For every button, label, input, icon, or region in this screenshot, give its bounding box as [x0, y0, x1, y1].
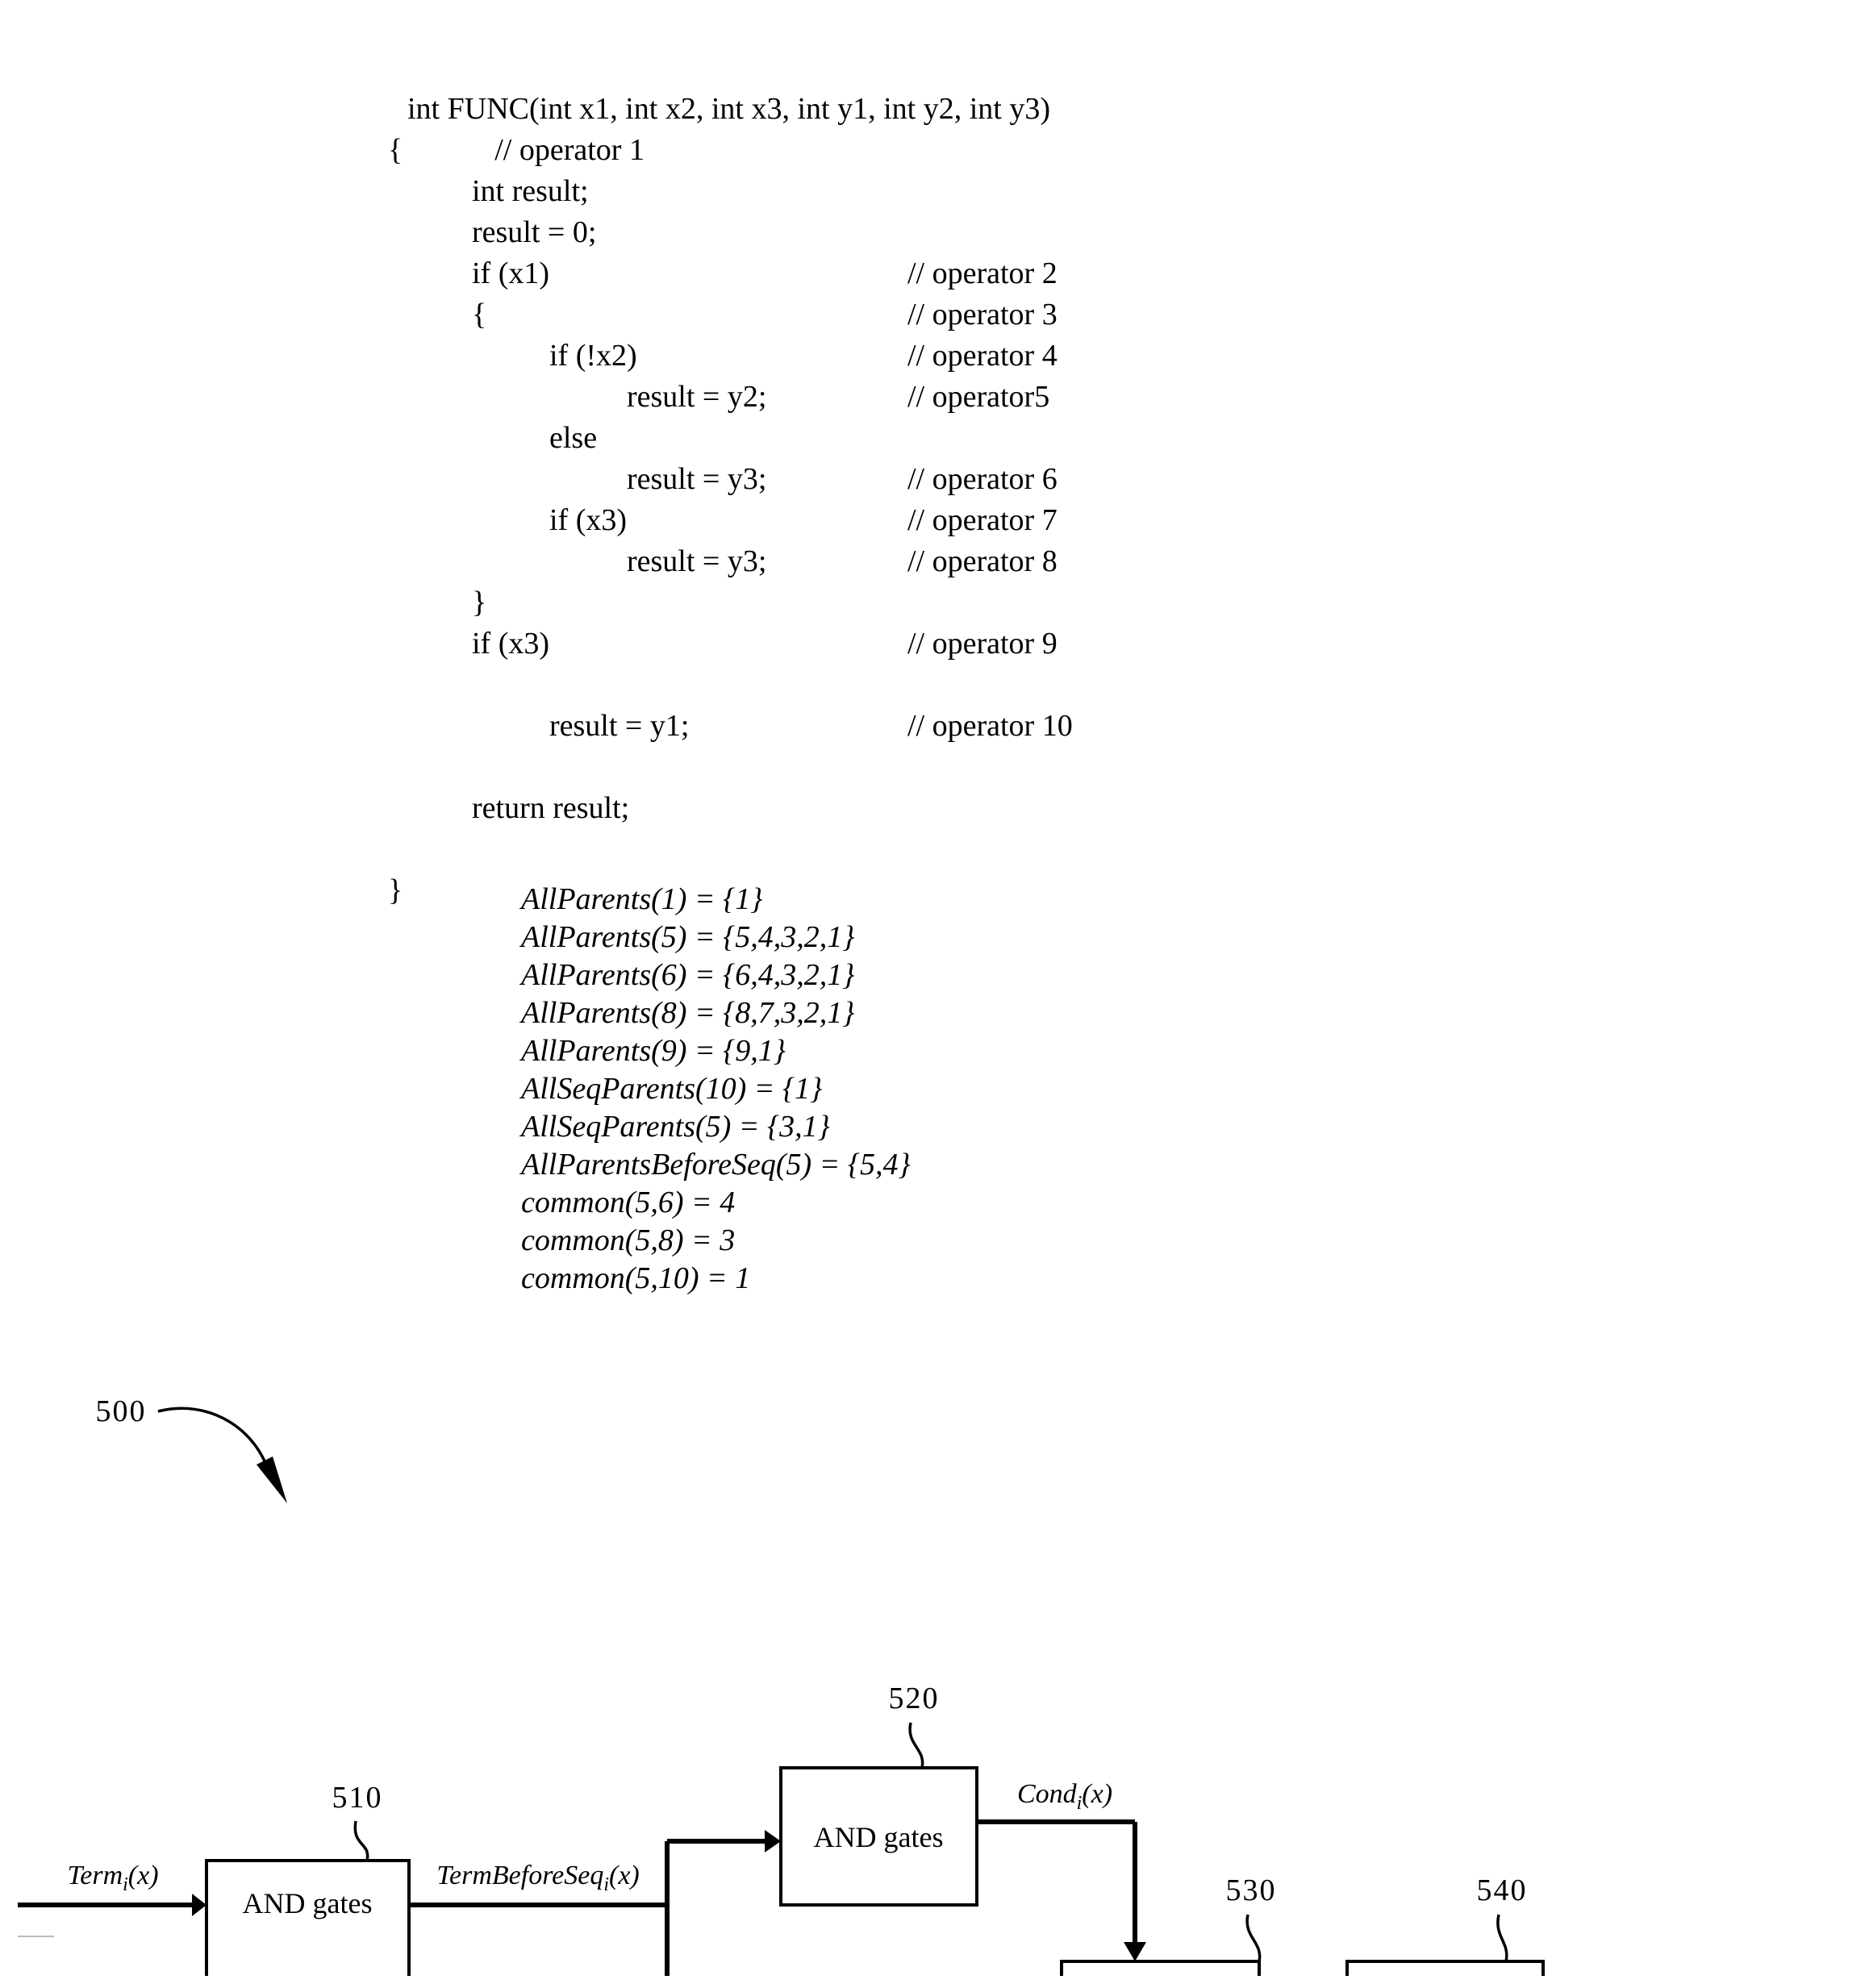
code-line: else	[407, 418, 1537, 459]
equation-line: common(5,8) = 3	[521, 1223, 736, 1257]
code-line: result = y1; // operator 10	[407, 706, 1537, 747]
block-510-ref: 510	[332, 1781, 383, 1815]
signal-cond-label: Condi(x)	[1017, 1779, 1112, 1814]
block-540-ref: 540	[1477, 1873, 1528, 1907]
equation-line: AllSeqParents(10) = {1}	[521, 1072, 823, 1106]
code-line-text: result = y3;	[627, 544, 767, 578]
block-520-ref: 520	[889, 1682, 940, 1715]
code-line-comment: // operator 9	[907, 627, 1058, 661]
code-line-text: { // operator 1	[388, 133, 645, 167]
code-line: { // operator 1	[388, 130, 1537, 171]
code-line-text: if (x1)	[472, 256, 550, 290]
equation-line: AllParents(1) = {1}	[521, 882, 763, 916]
code-line: int result;	[407, 171, 1537, 212]
code-line-text: int FUNC(int x1, int x2, int x3, int y1,…	[407, 92, 1050, 126]
code-line-text: int result;	[472, 174, 589, 208]
block-510-label: AND gates	[243, 1887, 373, 1919]
code-line-text: if (!x2)	[549, 339, 637, 373]
code-line-text: else	[549, 421, 598, 455]
block-530-leader	[1245, 1914, 1262, 1962]
code-line: }	[407, 582, 1537, 623]
equation-line: AllParents(5) = {5,4,3,2,1}	[521, 920, 855, 954]
code-line-comment: // operator 2	[907, 256, 1058, 290]
code-line-comment: // operator 8	[907, 544, 1058, 578]
block-540	[1345, 1960, 1545, 1976]
block-diagram-figure-500: 500 AND gates 510 Termi(x) TermBeforeSeq…	[0, 1331, 1869, 1976]
equation-line: AllParents(9) = {9,1}	[521, 1034, 786, 1068]
code-line-text: result = 0;	[472, 215, 597, 249]
code-line: result = 0;	[407, 212, 1537, 253]
code-line-comment: // operator5	[907, 380, 1050, 414]
code-line: return result;	[407, 788, 1537, 829]
cond-arrowhead	[1124, 1942, 1146, 1961]
code-line-comment: // operator 7	[907, 503, 1058, 537]
code-line-text: if (x3)	[549, 503, 628, 537]
equation-line: AllParents(8) = {8,7,3,2,1}	[521, 996, 855, 1030]
code-line: if (x3) // operator 7	[407, 500, 1537, 541]
code-line: result = y2; // operator5	[407, 377, 1537, 418]
code-line-text: {	[472, 298, 487, 331]
equation-line: common(5,10) = 1	[521, 1261, 751, 1295]
input-arrowhead	[192, 1894, 207, 1916]
equation-line: AllParents(6) = {6,4,3,2,1}	[521, 958, 855, 992]
equations-block: AllParents(1) = {1} AllParents(5) = {5,4,…	[521, 881, 911, 1298]
code-line: { // operator 3	[407, 294, 1537, 336]
code-line: if (!x2) // operator 4	[407, 336, 1537, 377]
equation-line: AllParentsBeforeSeq(5) = {5,4}	[521, 1148, 911, 1182]
block-540-leader	[1496, 1914, 1508, 1962]
code-line: int FUNC(int x1, int x2, int x3, int y1,…	[407, 89, 1537, 130]
block-530-ref: 530	[1226, 1873, 1277, 1907]
signal-termbeforeseq-label: TermBeforeSeqi(x)	[436, 1861, 640, 1895]
page-bottom-rule	[18, 1936, 54, 1937]
code-line: if (x3) // operator 9	[407, 623, 1537, 665]
figure-500-leader	[157, 1407, 271, 1475]
code-line-comment: // operator 6	[907, 462, 1058, 496]
block-510-leader	[353, 1820, 369, 1861]
code-line-comment: // operator 3	[907, 298, 1058, 331]
code-line: result = y3; // operator 8	[407, 541, 1537, 582]
code-line-comment: // operator 10	[907, 709, 1073, 743]
code-line-text: result = y2;	[627, 380, 767, 414]
block-530	[1060, 1960, 1261, 1976]
code-line: if (x1) // operator 2	[407, 253, 1537, 294]
block-520-leader	[908, 1722, 924, 1769]
code-line-text: result = y1;	[549, 709, 690, 743]
code-line-comment: // operator 4	[907, 339, 1058, 373]
code-line-text: }	[472, 586, 487, 619]
code-line-text: }	[388, 873, 403, 907]
figure-500-arrowhead	[257, 1457, 287, 1503]
code-line: result = y3; // operator 6	[407, 459, 1537, 500]
signal-term-label: Termi(x)	[67, 1861, 158, 1895]
code-line-text: if (x3)	[472, 627, 550, 661]
equation-line: AllSeqParents(5) = {3,1}	[521, 1110, 830, 1144]
code-listing: int FUNC(int x1, int x2, int x3, int y1,…	[388, 89, 1537, 911]
equation-line: common(5,6) = 4	[521, 1186, 736, 1219]
block-520-label: AND gates	[814, 1821, 944, 1853]
code-line-text: result = y3;	[627, 462, 767, 496]
branch-to-520-arrowhead	[765, 1830, 781, 1853]
figure-ref-500: 500	[96, 1394, 147, 1428]
code-line-text: return result;	[472, 791, 630, 825]
